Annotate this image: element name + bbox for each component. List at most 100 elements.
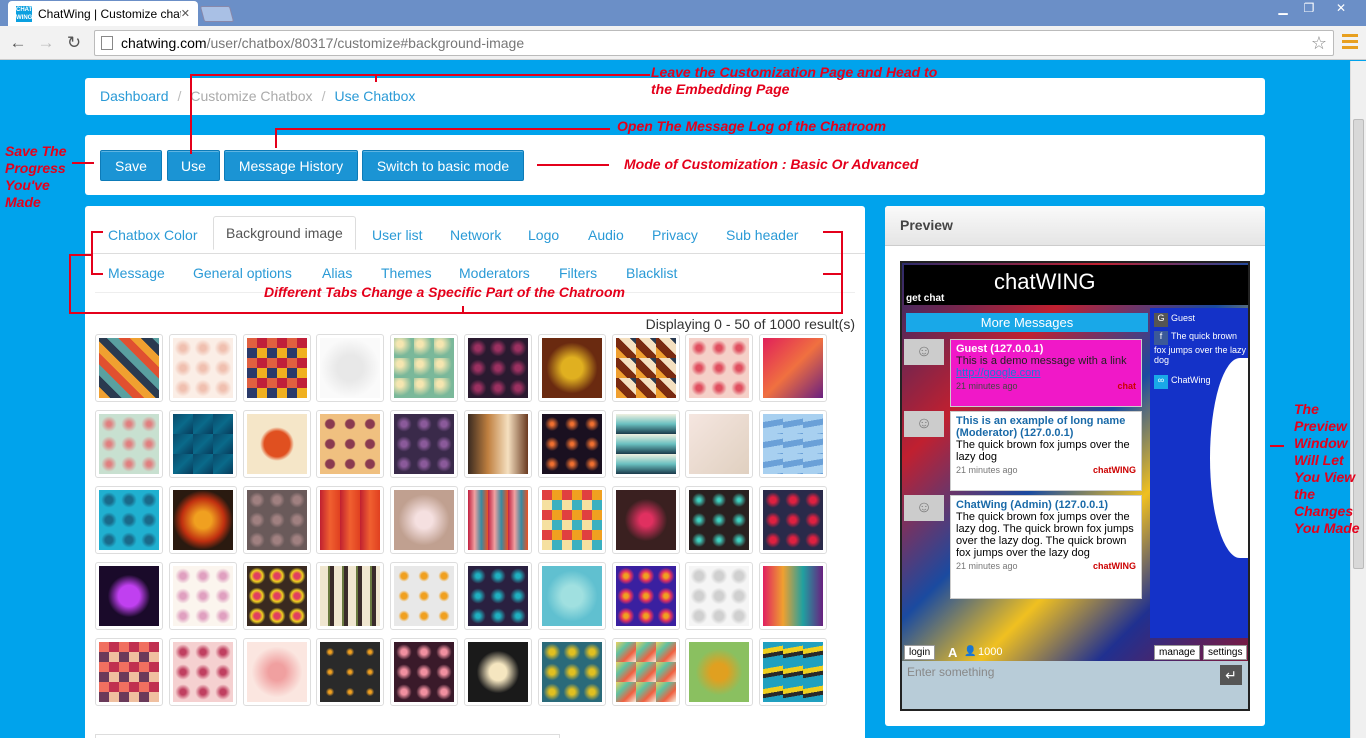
background-thumbnail[interactable] xyxy=(316,638,385,706)
background-thumbnail[interactable] xyxy=(242,410,311,478)
background-thumbnail[interactable] xyxy=(537,334,606,402)
background-thumbnail[interactable] xyxy=(168,638,237,706)
background-thumbnail[interactable] xyxy=(95,334,163,402)
tab-alias[interactable]: Alias xyxy=(322,265,352,281)
background-thumbnail[interactable] xyxy=(390,486,459,554)
background-thumbnail[interactable] xyxy=(611,410,680,478)
background-thumbnail[interactable] xyxy=(316,562,385,630)
tab-general-options[interactable]: General options xyxy=(193,265,292,281)
font-size-button[interactable]: A xyxy=(948,645,957,660)
tab-network[interactable]: Network xyxy=(450,227,501,243)
background-thumbnail[interactable] xyxy=(611,334,680,402)
background-thumbnail[interactable] xyxy=(464,410,532,478)
background-thumbnail[interactable] xyxy=(685,334,754,402)
address-bar[interactable]: chatwing.com /user/chatbox/80317/customi… xyxy=(94,30,1334,56)
background-thumbnail[interactable] xyxy=(537,486,606,554)
tab-close-icon[interactable]: ✕ xyxy=(181,7,190,20)
maximize-icon[interactable]: ❐ xyxy=(1296,0,1322,18)
browser-menu-icon[interactable] xyxy=(1342,34,1358,50)
background-thumbnail[interactable] xyxy=(611,486,680,554)
background-thumbnail[interactable] xyxy=(685,638,754,706)
login-button[interactable]: login xyxy=(904,645,936,660)
annotation-line xyxy=(375,74,377,82)
background-thumbnail[interactable] xyxy=(168,410,237,478)
background-thumbnail[interactable] xyxy=(390,562,459,630)
switch-mode-button[interactable]: Switch to basic mode xyxy=(362,150,524,181)
message-link[interactable]: http://google.com xyxy=(956,367,1136,379)
use-button[interactable]: Use xyxy=(167,150,220,181)
breadcrumb-use-chatbox[interactable]: Use Chatbox xyxy=(334,88,415,104)
minimize-icon[interactable]: ▁ xyxy=(1270,0,1296,18)
breadcrumb-dashboard[interactable]: Dashboard xyxy=(100,88,169,104)
forward-icon[interactable]: → xyxy=(34,31,58,55)
background-thumbnail[interactable] xyxy=(95,562,163,630)
background-thumbnail[interactable] xyxy=(316,486,385,554)
annotation-line xyxy=(72,162,94,164)
bookmark-star-icon[interactable]: ☆ xyxy=(1311,33,1327,54)
background-thumbnail[interactable] xyxy=(759,334,828,402)
manage-button[interactable]: manage xyxy=(1154,645,1201,660)
background-thumbnail[interactable] xyxy=(316,334,385,402)
browser-toolbar: ← → ↻ chatwing.com /user/chatbox/80317/c… xyxy=(0,26,1366,60)
send-icon[interactable]: ↵ xyxy=(1220,665,1242,685)
background-thumbnail[interactable] xyxy=(537,638,606,706)
background-thumbnail[interactable] xyxy=(464,486,532,554)
tab-logo[interactable]: Logo xyxy=(528,227,559,243)
background-thumbnail[interactable] xyxy=(464,562,532,630)
user-item[interactable]: G Guest xyxy=(1154,313,1248,327)
background-thumbnail[interactable] xyxy=(759,410,828,478)
background-thumbnail[interactable] xyxy=(537,410,606,478)
background-thumbnail[interactable] xyxy=(242,562,311,630)
save-button[interactable]: Save xyxy=(100,150,162,181)
background-thumbnail[interactable] xyxy=(242,486,311,554)
background-thumbnail[interactable] xyxy=(316,410,385,478)
background-thumbnail[interactable] xyxy=(168,486,237,554)
tab-sub-header[interactable]: Sub header xyxy=(726,227,798,243)
background-thumbnail[interactable] xyxy=(95,410,163,478)
tab-privacy[interactable]: Privacy xyxy=(652,227,698,243)
tab-audio[interactable]: Audio xyxy=(588,227,624,243)
background-thumbnail[interactable] xyxy=(242,638,311,706)
tab-blacklist[interactable]: Blacklist xyxy=(626,265,677,281)
reload-icon[interactable]: ↻ xyxy=(62,31,86,55)
annotation-line xyxy=(190,74,192,154)
background-thumbnail[interactable] xyxy=(390,334,459,402)
browser-tab[interactable]: CHAT WING ChatWing | Customize chatbo ✕ xyxy=(8,1,198,26)
background-thumbnail[interactable] xyxy=(390,410,459,478)
chat-input[interactable]: Enter something xyxy=(902,661,1248,709)
background-thumbnail[interactable] xyxy=(611,562,680,630)
background-thumbnail[interactable] xyxy=(685,562,754,630)
background-thumbnail[interactable] xyxy=(390,638,459,706)
more-messages-button[interactable]: More Messages xyxy=(906,313,1148,332)
tab-user-list[interactable]: User list xyxy=(372,227,423,243)
background-thumbnail[interactable] xyxy=(95,486,163,554)
message-history-button[interactable]: Message History xyxy=(224,150,358,181)
tab-moderators[interactable]: Moderators xyxy=(459,265,530,281)
user-item[interactable]: ∞ ChatWing xyxy=(1154,375,1248,389)
background-thumbnail[interactable] xyxy=(242,334,311,402)
tab-chatbox-color[interactable]: Chatbox Color xyxy=(108,227,198,243)
background-thumbnail[interactable] xyxy=(685,410,754,478)
background-thumbnail[interactable] xyxy=(464,334,532,402)
back-icon[interactable]: ← xyxy=(6,31,30,55)
background-thumbnail[interactable] xyxy=(168,334,237,402)
annotation-line xyxy=(190,74,650,76)
background-thumbnail[interactable] xyxy=(168,562,237,630)
background-thumbnail[interactable] xyxy=(611,638,680,706)
page-scrollbar[interactable] xyxy=(1350,61,1366,738)
tab-message[interactable]: Message xyxy=(108,265,165,281)
tab-themes[interactable]: Themes xyxy=(381,265,432,281)
background-thumbnail[interactable] xyxy=(759,486,828,554)
user-item[interactable]: f The quick brown fox jumps over the lazy… xyxy=(1154,331,1248,365)
background-thumbnail[interactable] xyxy=(537,562,606,630)
tab-background-image[interactable]: Background image xyxy=(213,216,356,250)
settings-button[interactable]: settings xyxy=(1203,645,1248,660)
background-thumbnail[interactable] xyxy=(759,638,828,706)
tab-filters[interactable]: Filters xyxy=(559,265,597,281)
background-thumbnail[interactable] xyxy=(464,638,532,706)
background-thumbnail[interactable] xyxy=(759,562,828,630)
close-window-icon[interactable]: ✕ xyxy=(1326,0,1356,18)
background-thumbnail[interactable] xyxy=(95,638,163,706)
new-tab-button[interactable] xyxy=(199,6,235,22)
background-thumbnail[interactable] xyxy=(685,486,754,554)
